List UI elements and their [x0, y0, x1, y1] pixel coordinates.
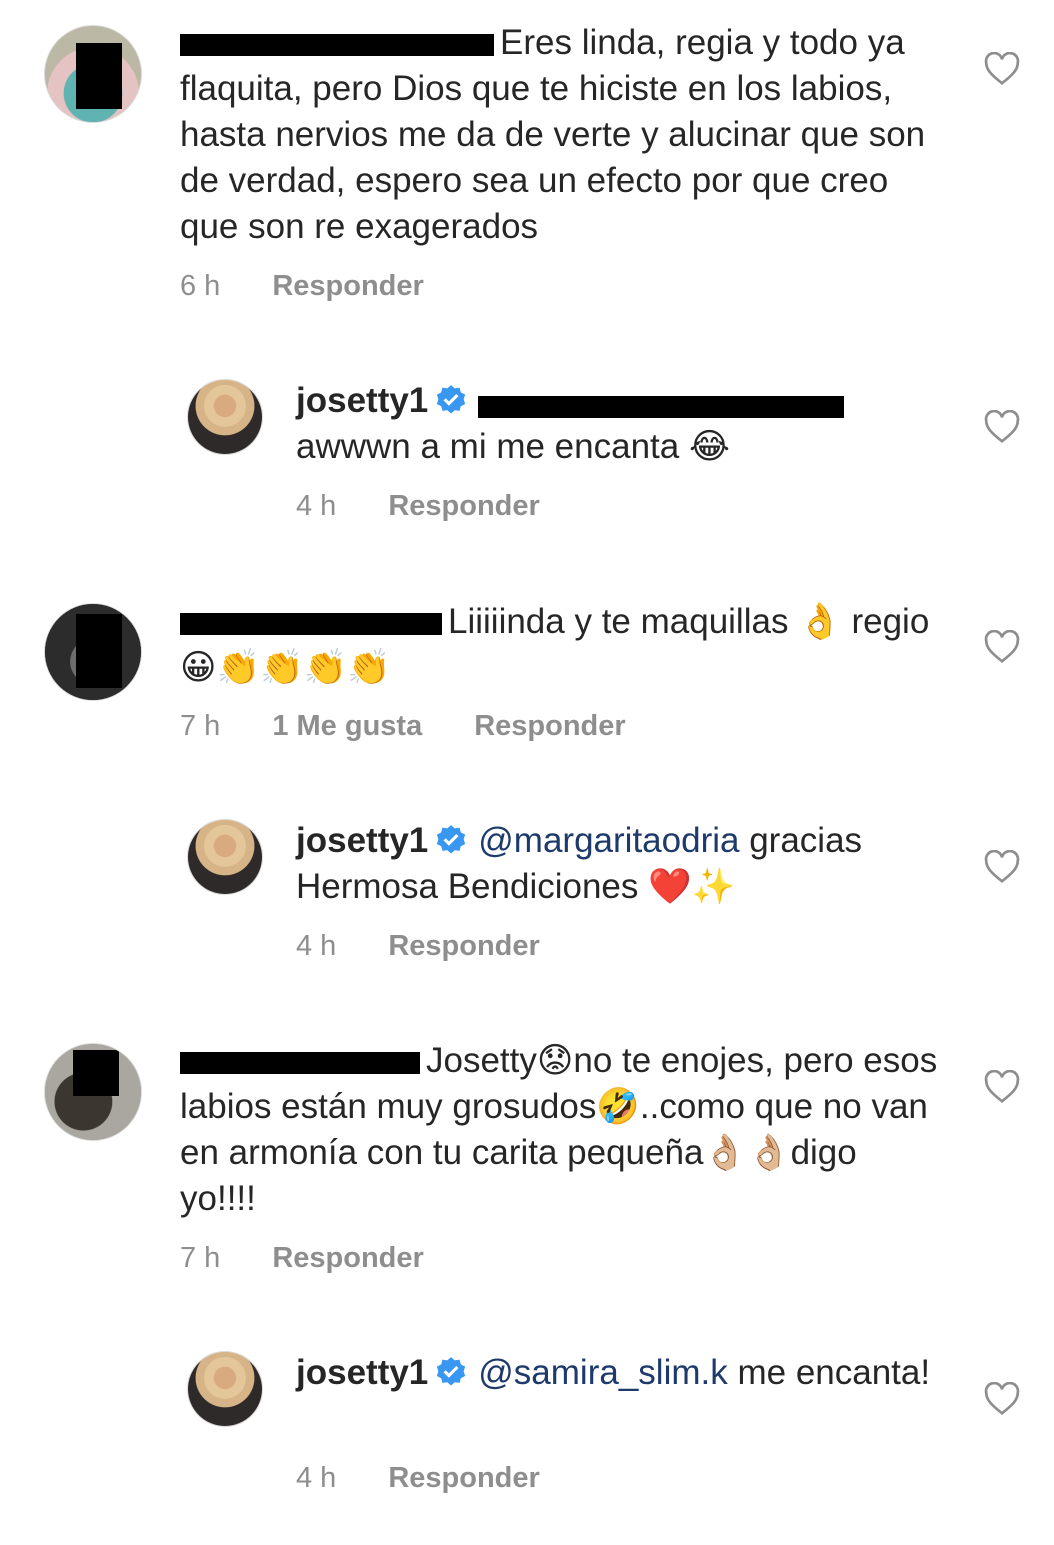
reply-button[interactable]: Responder [388, 930, 539, 962]
verified-badge-icon [437, 1357, 466, 1386]
username[interactable]: josetty1 [296, 1353, 428, 1392]
redaction-box [76, 614, 122, 688]
heart-outline-icon[interactable] [984, 410, 1020, 444]
avatar[interactable] [44, 1043, 142, 1141]
heart-outline-icon[interactable] [984, 1070, 1020, 1104]
comment-text: Josetty😟no te enojes, pero esos labios e… [180, 1041, 938, 1218]
comment-text: Eres linda, regia y todo ya flaquita, pe… [180, 23, 926, 246]
reply-button[interactable]: Responder [388, 1462, 539, 1494]
reply-text: josetty1 @margaritaodria gracias Hermosa … [296, 818, 946, 910]
verified-badge-icon [437, 385, 466, 414]
avatar[interactable] [187, 819, 263, 895]
comment-time: 7 h [180, 710, 221, 742]
redaction-box [73, 1050, 119, 1096]
heart-outline-icon[interactable] [984, 52, 1020, 86]
verified-badge-icon [437, 825, 466, 854]
reply-button[interactable]: Responder [388, 490, 539, 522]
reply-button[interactable]: Responder [272, 1242, 423, 1274]
comment-time: 6 h [180, 270, 221, 302]
heart-outline-icon[interactable] [984, 850, 1020, 884]
redacted-mention[interactable] [478, 382, 845, 418]
redacted-username[interactable] [180, 33, 494, 56]
avatar[interactable] [44, 603, 142, 701]
redacted-username[interactable] [180, 1051, 420, 1074]
reply-body: awwwn a mi me encanta 😂 [296, 427, 730, 466]
mention-link[interactable]: @samira_slim.k [478, 1353, 727, 1392]
redacted-username[interactable] [180, 612, 442, 635]
avatar[interactable] [187, 1351, 263, 1427]
reply-time: 4 h [296, 490, 337, 522]
avatar[interactable] [44, 25, 142, 123]
like-count[interactable]: 1 Me gusta [272, 710, 422, 742]
reply-body: me encanta! [737, 1353, 931, 1392]
username[interactable]: josetty1 [296, 821, 428, 860]
username[interactable]: josetty1 [296, 381, 428, 420]
reply-time: 4 h [296, 930, 337, 962]
comment-time: 7 h [180, 1242, 221, 1274]
comment-meta: 7 h Responder [180, 1238, 424, 1278]
reply-text: josetty1 awwwn a mi me encanta 😂 [296, 378, 946, 470]
redaction-box [76, 43, 122, 109]
avatar[interactable] [187, 379, 263, 455]
reply-meta: 4 h Responder [296, 486, 540, 526]
comment-text: Liiiiinda y te maquillas 👌 regio 😀👏👏👏👏 [180, 602, 930, 687]
reply-meta: 4 h Responder [296, 926, 540, 966]
heart-outline-icon[interactable] [984, 630, 1020, 664]
reply-button[interactable]: Responder [474, 710, 625, 742]
reply-button[interactable]: Responder [272, 270, 423, 302]
comment-meta: 7 h 1 Me gusta Responder [180, 706, 626, 746]
reply-time: 4 h [296, 1462, 337, 1494]
reply-meta: 4 h Responder [296, 1458, 540, 1498]
heart-outline-icon[interactable] [984, 1382, 1020, 1416]
comment-meta: 6 h Responder [180, 266, 424, 306]
reply-text: josetty1 @samira_slim.k me encanta! [296, 1350, 946, 1396]
mention-link[interactable]: @margaritaodria [478, 821, 739, 860]
